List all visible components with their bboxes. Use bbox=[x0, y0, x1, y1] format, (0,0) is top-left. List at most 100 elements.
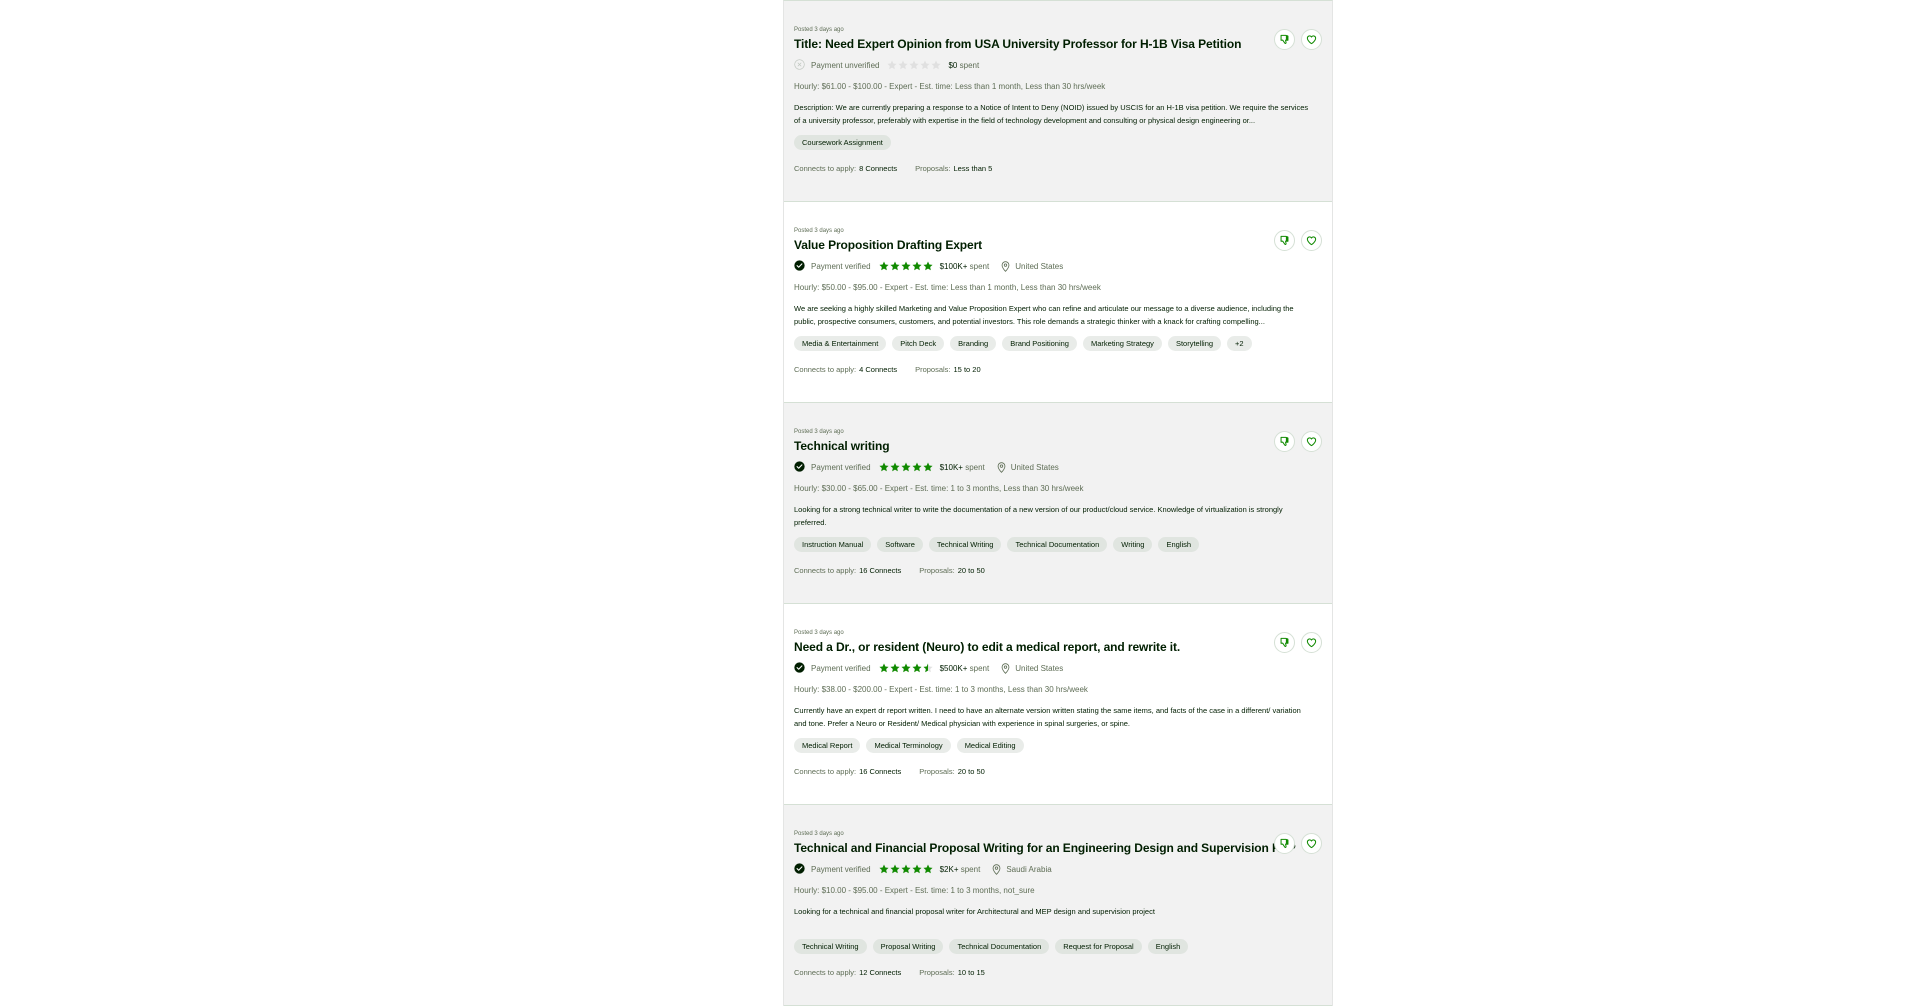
skill-tag[interactable]: Proposal Writing bbox=[872, 939, 944, 954]
job-title[interactable]: Need a Dr., or resident (Neuro) to edit … bbox=[794, 639, 1322, 655]
skill-tag[interactable]: Storytelling bbox=[1167, 336, 1222, 351]
job-card[interactable]: Posted 3 days ago Technical and Financia… bbox=[784, 805, 1332, 1006]
skill-tag[interactable]: Branding bbox=[950, 336, 997, 351]
skill-tag[interactable]: Technical Documentation bbox=[949, 939, 1050, 954]
client-location: United States bbox=[997, 461, 1059, 473]
spent-label: spent bbox=[960, 864, 981, 874]
job-footer: Connects to apply: 16 Connects Proposals:… bbox=[794, 566, 1322, 575]
skill-tag[interactable]: Medical Report bbox=[794, 738, 861, 753]
connects-info: Connects to apply: 16 Connects bbox=[794, 566, 901, 575]
star-icon bbox=[890, 462, 900, 472]
job-card[interactable]: Posted 3 days ago Need a Dr., or residen… bbox=[784, 604, 1332, 805]
spent-label: spent bbox=[959, 60, 980, 70]
job-footer: Connects to apply: 16 Connects Proposals:… bbox=[794, 767, 1322, 776]
job-terms: Hourly: $50.00 - $95.00 - Expert - Est. … bbox=[794, 283, 1101, 292]
connects-info: Connects to apply: 12 Connects bbox=[794, 968, 901, 977]
connects-value: 16 Connects bbox=[859, 566, 902, 575]
spent-amount: $10K+ bbox=[939, 462, 963, 472]
dislike-button[interactable] bbox=[1274, 29, 1295, 50]
save-job-button[interactable] bbox=[1301, 632, 1322, 653]
star-icon bbox=[912, 462, 922, 472]
skill-tag[interactable]: Marketing Strategy bbox=[1082, 336, 1162, 351]
job-title[interactable]: Technical writing bbox=[794, 438, 1322, 454]
heart-icon bbox=[1306, 35, 1317, 45]
star-icon bbox=[912, 864, 922, 874]
job-actions bbox=[1274, 833, 1322, 854]
star-icon bbox=[890, 663, 900, 673]
skill-tag[interactable]: +2 bbox=[1227, 336, 1252, 351]
heart-icon bbox=[1306, 437, 1317, 447]
job-title[interactable]: Title: Need Expert Opinion from USA Univ… bbox=[794, 36, 1322, 52]
skill-tag[interactable]: Technical Writing bbox=[928, 537, 1002, 552]
dislike-button[interactable] bbox=[1274, 632, 1295, 653]
payment-status: Payment verified bbox=[811, 462, 871, 472]
job-footer: Connects to apply: 4 Connects Proposals: 1… bbox=[794, 365, 1322, 374]
skill-tag[interactable]: Writing bbox=[1113, 537, 1153, 552]
star-icon bbox=[901, 663, 911, 673]
location-text: Saudi Arabia bbox=[1006, 864, 1052, 874]
job-title[interactable]: Technical and Financial Proposal Writing… bbox=[794, 840, 1322, 856]
payment-status-icon bbox=[794, 862, 811, 876]
thumbs-down-icon bbox=[1280, 34, 1289, 44]
thumbs-down-icon bbox=[1280, 436, 1289, 446]
proposals-info: Proposals: 10 to 15 bbox=[919, 968, 985, 977]
skill-tag[interactable]: Instruction Manual bbox=[794, 537, 872, 552]
job-footer: Connects to apply: 12 Connects Proposals:… bbox=[794, 968, 1322, 977]
star-icon bbox=[901, 261, 911, 271]
skill-tag[interactable]: Technical Documentation bbox=[1007, 537, 1108, 552]
dislike-button[interactable] bbox=[1274, 431, 1295, 452]
client-info: Payment unverified $0 spent bbox=[794, 58, 1322, 72]
connects-label: Connects to apply: bbox=[794, 164, 857, 173]
skill-tag[interactable]: Pitch Deck bbox=[892, 336, 945, 351]
star-icon bbox=[879, 261, 889, 271]
skill-tag[interactable]: Technical Writing bbox=[794, 939, 867, 954]
proposals-info: Proposals: Less than 5 bbox=[915, 164, 992, 173]
job-description: Description: We are currently preparing … bbox=[794, 103, 1309, 125]
save-job-button[interactable] bbox=[1301, 431, 1322, 452]
star-icon bbox=[923, 663, 933, 673]
client-spent: $10K+ spent bbox=[940, 463, 985, 472]
job-card[interactable]: Posted 3 days ago Technical writing Paym… bbox=[784, 403, 1332, 604]
proposals-label: Proposals: bbox=[919, 566, 955, 575]
job-description: Looking for a strong technical writer to… bbox=[794, 505, 1283, 527]
star-icon bbox=[931, 60, 942, 70]
proposals-value: 10 to 15 bbox=[957, 968, 985, 977]
job-card[interactable]: Posted 3 days ago Title: Need Expert Opi… bbox=[784, 1, 1332, 202]
save-job-button[interactable] bbox=[1301, 833, 1322, 854]
save-job-button[interactable] bbox=[1301, 230, 1322, 251]
location-text: United States bbox=[1010, 462, 1059, 472]
job-card[interactable]: Posted 3 days ago Value Proposition Draf… bbox=[784, 202, 1332, 403]
check-badge-icon bbox=[794, 460, 805, 472]
spent-amount: $100K+ bbox=[939, 261, 968, 271]
location-text: United States bbox=[1015, 261, 1064, 271]
connects-value: 12 Connects bbox=[859, 968, 902, 977]
location-pin-icon bbox=[997, 461, 1006, 473]
payment-status: Payment verified bbox=[811, 261, 871, 271]
proposals-info: Proposals: 15 to 20 bbox=[915, 365, 981, 374]
dislike-button[interactable] bbox=[1274, 230, 1295, 251]
thumbs-down-icon bbox=[1280, 838, 1289, 848]
dislike-button[interactable] bbox=[1274, 833, 1295, 854]
skill-tag[interactable]: Media & Entertainment bbox=[794, 336, 887, 351]
skill-tag[interactable]: English bbox=[1158, 537, 1200, 552]
spent-amount: $0 bbox=[948, 60, 958, 70]
skill-tag[interactable]: Request for Proposal bbox=[1055, 939, 1142, 954]
proposals-label: Proposals: bbox=[915, 365, 951, 374]
connects-value: 4 Connects bbox=[859, 365, 898, 374]
skill-tag[interactable]: English bbox=[1147, 939, 1189, 954]
location-pin-icon bbox=[1001, 260, 1010, 272]
skill-tag[interactable]: Brand Positioning bbox=[1002, 336, 1077, 351]
client-rating bbox=[879, 462, 933, 472]
proposals-value: 20 to 50 bbox=[957, 566, 985, 575]
job-description: Currently have an expert dr report writt… bbox=[794, 706, 1301, 728]
job-title[interactable]: Value Proposition Drafting Expert bbox=[794, 237, 1322, 253]
connects-info: Connects to apply: 8 Connects bbox=[794, 164, 897, 173]
payment-status: Payment verified bbox=[811, 663, 871, 673]
star-icon bbox=[879, 462, 889, 472]
skill-tag[interactable]: Medical Editing bbox=[956, 738, 1024, 753]
job-footer: Connects to apply: 8 Connects Proposals: L… bbox=[794, 164, 1322, 173]
skill-tag[interactable]: Medical Terminology bbox=[866, 738, 951, 753]
skill-tag[interactable]: Software bbox=[877, 537, 923, 552]
skill-tag[interactable]: Coursework Assignment bbox=[794, 135, 891, 150]
save-job-button[interactable] bbox=[1301, 29, 1322, 50]
